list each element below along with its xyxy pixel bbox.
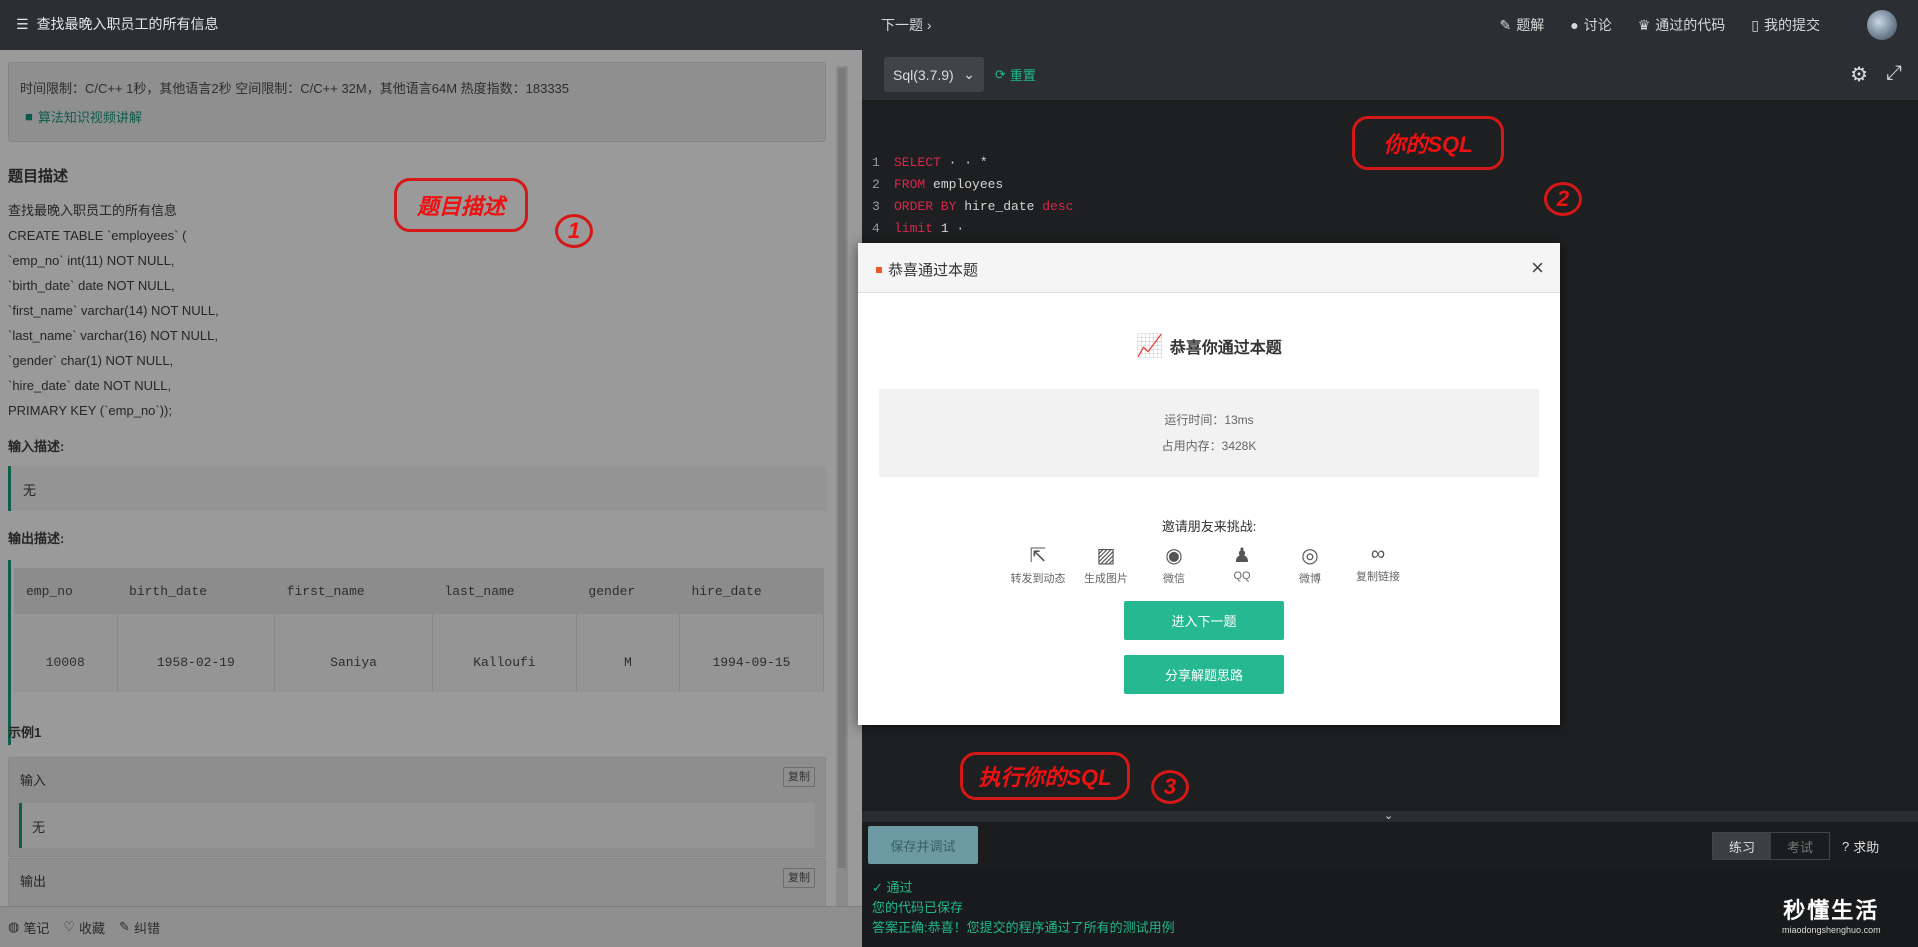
share-wechat[interactable]: ◉ 微信 (1146, 543, 1202, 586)
edit-icon: ✎ (1499, 16, 1512, 33)
report-button[interactable]: ✎ 纠错 (119, 918, 160, 937)
limits-text: 时间限制：C/C++ 1秒，其他语言2秒 空间限制：C/C++ 32M，其他语言… (20, 81, 570, 96)
left-footer: ◍ 笔记 ♡ 收藏 ✎ 纠错 (0, 906, 862, 947)
invite-label: 邀请朋友来挑战: (1161, 519, 1257, 534)
annotation-run: 执行你的SQL (960, 752, 1130, 800)
reset-button[interactable]: ⟳ 重置 (995, 65, 1036, 84)
table-header-row: emp_no birth_date first_name last_name gende… (14, 568, 824, 614)
run-stats: 运行时间：13ms 占用内存：3428K (879, 389, 1539, 477)
annotation-sql: 你的SQL (1352, 116, 1504, 170)
language-select[interactable]: Sql(3.7.9) ⌄ (884, 57, 984, 92)
editor-toolbar: Sql(3.7.9) ⌄ ⟳ 重置 ⚙ ⤢ (862, 50, 1918, 100)
chevron-down-icon: ⌄ (963, 66, 975, 82)
question-icon: ? (1842, 839, 1850, 854)
watermark: 秒懂生活 miaodongshenghuo.com (1782, 898, 1881, 935)
section-title: 题目描述 (8, 168, 69, 185)
image-icon: ▨ (1096, 545, 1116, 567)
share-icon: ⇱ (1029, 545, 1047, 567)
share-weibo[interactable]: ◎ 微博 (1282, 543, 1338, 586)
output-label: 输出描述: (8, 531, 65, 546)
favorite-button[interactable]: ♡ 收藏 (63, 918, 105, 937)
share-solution-button[interactable]: 分享解题思路 (1124, 655, 1284, 694)
limits-box: 时间限制：C/C++ 1秒，其他语言2秒 空间限制：C/C++ 32M，其他语言… (8, 62, 826, 142)
video-icon: ■ (25, 109, 33, 124)
code-lines[interactable]: 1 SELECT · · * 2 FROM employees 3 ORDER BY … (872, 152, 1073, 240)
pencil-icon: ✎ (119, 919, 130, 934)
file-icon: ▯ (1751, 16, 1759, 33)
output-table: emp_no birth_date first_name last_name gende… (14, 568, 825, 692)
avatar[interactable] (1867, 10, 1897, 40)
check-icon: ✓ (872, 880, 887, 895)
output-bar (8, 560, 11, 745)
help-button[interactable]: ? 求助 (1842, 837, 1879, 856)
bullet-icon (876, 266, 882, 273)
share-copy-link[interactable]: ∞ 复制链接 (1350, 543, 1406, 586)
exam-tab[interactable]: 考试 (1771, 833, 1829, 859)
success-modal: 恭喜通过本题 × 📈 恭喜你通过本题 运行时间：13ms 占用内存：3428K 邀请… (858, 243, 1560, 725)
modal-header: 恭喜通过本题 × (858, 243, 1560, 293)
share-qq[interactable]: ♟ QQ (1214, 543, 1270, 586)
copy-button[interactable]: 复制 (783, 868, 815, 888)
fullscreen-icon[interactable]: ⤢ (1886, 62, 1902, 87)
chart-up-icon: 📈 (1136, 333, 1164, 358)
share-feed[interactable]: ⇱ 转发到动态 (1010, 543, 1066, 586)
weibo-icon: ◎ (1301, 545, 1319, 567)
video-link[interactable]: ■ 算法知识视频讲解 (25, 107, 142, 126)
wechat-icon: ◉ (1165, 545, 1183, 567)
mode-toggle: 练习 考试 (1712, 832, 1830, 860)
top-bar: ☰ 查找最晚入职员工的所有信息 下一题 › ✎ 题解 ● 讨论 ♛ 通过的代码 ▯ 我的提… (0, 0, 1918, 50)
success-heading: 📈 恭喜你通过本题 (1136, 333, 1282, 358)
nav-my-submissions[interactable]: ▯ 我的提交 (1751, 15, 1820, 35)
chat-icon: ● (1570, 17, 1579, 33)
note-icon: ◍ (8, 919, 20, 934)
link-icon: ∞ (1370, 543, 1386, 565)
scrollbar[interactable] (836, 66, 848, 906)
input-box: 无 (8, 466, 826, 511)
next-problem-link[interactable]: 下一题 › (881, 15, 932, 35)
annotation-num-2: 2 (1544, 182, 1582, 216)
share-image[interactable]: ▨ 生成图片 (1078, 543, 1134, 586)
refresh-icon: ⟳ (995, 66, 1006, 82)
close-icon[interactable]: × (1531, 255, 1544, 281)
app: ☰ 查找最晚入职员工的所有信息 下一题 › ✎ 题解 ● 讨论 ♛ 通过的代码 ▯ 我的提… (0, 0, 1918, 947)
save-debug-button[interactable]: 保存并调试 (868, 826, 978, 864)
gear-icon[interactable]: ⚙ (1850, 62, 1868, 87)
nav-solutions[interactable]: ✎ 题解 (1500, 15, 1545, 35)
annotation-desc: 题目描述 (394, 178, 528, 232)
share-row: ⇱ 转发到动态 ▨ 生成图片 ◉ 微信 ♟ QQ ◎ 微博 ∞ 复制链接 (1010, 543, 1406, 586)
nav-discuss[interactable]: ● 讨论 (1570, 15, 1611, 35)
input-label: 输入描述: (8, 439, 65, 454)
panel-splitter[interactable]: ⌄ (862, 810, 1918, 822)
top-nav: ✎ 题解 ● 讨论 ♛ 通过的代码 ▯ 我的提交 (1500, 15, 1820, 35)
qq-icon: ♟ (1233, 545, 1251, 567)
problem-description: 查找最晚入职员工的所有信息 CREATE TABLE `employees` (`… (8, 203, 219, 418)
practice-tab[interactable]: 练习 (1713, 833, 1771, 859)
run-result: ✓ 通过 您的代码已保存 答案正确:恭喜！您提交的程序通过了所有的测试用例 (872, 880, 1175, 935)
example-input-box: 输入 复制 无 (8, 757, 826, 857)
table-row: 10008 1958-02-19 Saniya Kalloufi M 1994-09-15 (14, 614, 825, 692)
trophy-icon: ♛ (1637, 16, 1651, 33)
annotation-num-1: 1 (555, 214, 593, 248)
chevron-down-icon: ⌄ (1384, 810, 1394, 822)
example-title: 示例1 (8, 725, 42, 740)
annotation-num-3: 3 (1151, 770, 1189, 804)
nav-passed-code[interactable]: ♛ 通过的代码 (1638, 15, 1726, 35)
heart-icon: ♡ (63, 919, 76, 934)
list-icon: ☰ (16, 15, 29, 32)
copy-button[interactable]: 复制 (783, 767, 815, 787)
next-problem-button[interactable]: 进入下一题 (1124, 601, 1284, 640)
run-bar: 保存并调试 练习 考试 ? 求助 (862, 822, 1918, 868)
problem-title: ☰ 查找最晚入职员工的所有信息 (16, 15, 219, 33)
notes-button[interactable]: ◍ 笔记 (8, 918, 49, 937)
